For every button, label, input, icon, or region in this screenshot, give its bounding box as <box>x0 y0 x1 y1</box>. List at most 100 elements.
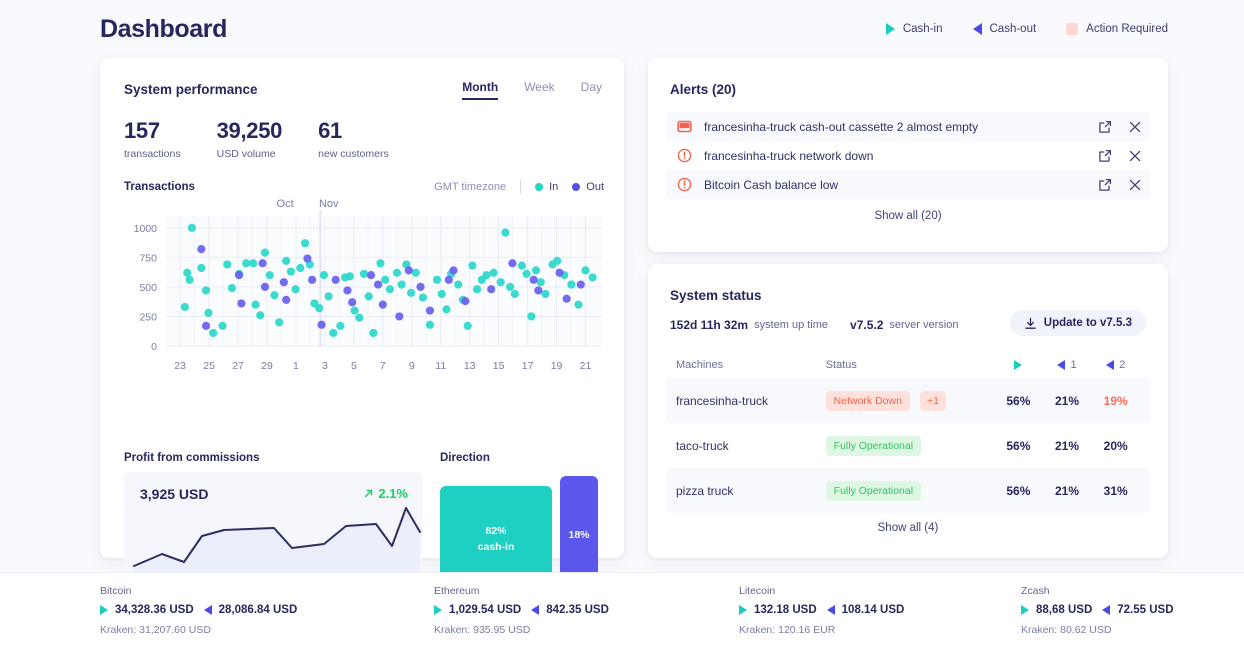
close-icon[interactable] <box>1128 178 1142 192</box>
machine-cash-out-2-pct: 20% <box>1103 438 1128 453</box>
close-icon[interactable] <box>1128 149 1142 163</box>
open-external-icon[interactable] <box>1098 178 1112 192</box>
uptime-label: system up time <box>754 319 829 331</box>
triangle-right-icon <box>1014 360 1023 370</box>
legend-action-required: Action Required <box>1066 23 1168 35</box>
machine-status: Network Down +1 <box>825 390 994 411</box>
alerts-show-all-link[interactable]: Show all (20) <box>648 210 1168 222</box>
col-cash-out-1: 1 <box>1043 359 1092 371</box>
close-icon[interactable] <box>1128 120 1142 134</box>
dot-in-icon <box>535 183 544 191</box>
profit-change: 2.1% <box>363 486 408 501</box>
page-title: Dashboard <box>100 14 227 43</box>
system-status-meta: 152d 11h 32m system up time v7.5.2 serve… <box>670 318 980 332</box>
legend-cash-in: Cash-in <box>885 23 943 35</box>
machines-table: Machines Status 1 2 francesinha-truck Ne… <box>666 352 1150 513</box>
direction-cash-out-pct: 18% <box>568 529 590 541</box>
crypto-ticker-bar: Bitcoin 34,328.36 USD 28,086.84 USD Krak… <box>0 572 1244 650</box>
system-status-card: System status 152d 11h 32m system up tim… <box>648 264 1168 558</box>
coin-cash-in-value: 88,68 USD <box>1036 604 1093 616</box>
month-label: Oct <box>276 198 294 210</box>
table-row[interactable]: taco-truck Fully Operational 56% 21% 20% <box>666 423 1150 468</box>
tab-week[interactable]: Week <box>524 80 554 100</box>
open-external-icon[interactable] <box>1098 120 1112 134</box>
coin-cash-in: 34,328.36 USD <box>100 604 194 616</box>
stat-new-customers-value: 61 <box>318 118 342 143</box>
transactions-chart-meta: GMT timezone In Out <box>434 180 604 194</box>
x-tick-label: 25 <box>203 360 215 372</box>
col-cash-out-2-label: 2 <box>1119 359 1126 371</box>
transactions-chart-header: Transactions GMT timezone In Out <box>124 180 604 194</box>
warning-circle-icon <box>676 148 692 163</box>
chart-legend-in: In <box>535 181 558 193</box>
alert-row[interactable]: Bitcoin Cash balance low <box>666 170 1150 199</box>
machine-name: francesinha-truck <box>676 393 769 408</box>
alert-row[interactable]: francesinha-truck network down <box>666 141 1150 170</box>
coin-kraken-rate: Kraken: 31,207.60 USD <box>100 624 211 636</box>
coin-rates: 88,68 USD 72.55 USD <box>1021 604 1174 616</box>
square-icon <box>1066 23 1079 35</box>
col-cash-out-2: 2 <box>1091 359 1140 371</box>
tab-day[interactable]: Day <box>581 80 602 100</box>
alert-actions <box>1098 149 1142 163</box>
profit-title: Profit from commissions <box>124 452 260 464</box>
machine-status: Fully Operational <box>825 480 994 501</box>
triangle-right-icon <box>100 605 108 615</box>
legend-cash-out-label: Cash-out <box>989 23 1037 35</box>
system-status-title: System status <box>670 288 762 303</box>
coin-cash-out-value: 842.35 USD <box>546 604 609 616</box>
stat-usd-volume: 39,250 USD volume <box>217 118 283 160</box>
uptime-value: 152d 11h 32m <box>670 318 749 332</box>
status-badge: Fully Operational <box>825 435 922 456</box>
machine-name: pizza truck <box>676 483 734 498</box>
col-status: Status <box>825 359 857 371</box>
legend-cash-out: Cash-out <box>972 23 1037 35</box>
direction-cash-in-pct: 82% <box>485 525 507 538</box>
x-tick-label: 1 <box>293 360 299 372</box>
legend-cash-in-label: Cash-in <box>902 23 943 35</box>
server-version-value: v7.5.2 <box>850 318 884 332</box>
coin-kraken-rate: Kraken: 935.95 USD <box>434 624 531 636</box>
tab-month[interactable]: Month <box>462 80 499 100</box>
chart-legend-out-label: Out <box>586 181 604 193</box>
warning-circle-icon <box>676 177 692 192</box>
timezone-label: GMT timezone <box>434 181 507 193</box>
coin-name: Bitcoin <box>100 585 132 597</box>
machine-cash-out-2-pct: 31% <box>1103 483 1128 498</box>
direction-cash-in-label: cash-in <box>477 541 515 553</box>
machine-cash-out-2-pct: 19% <box>1103 393 1128 408</box>
table-row[interactable]: francesinha-truck Network Down +1 56% 21… <box>666 378 1150 423</box>
performance-range-tabs: Month Week Day <box>462 80 602 100</box>
status-show-all-link[interactable]: Show all (4) <box>648 522 1168 534</box>
stat-usd-volume-label: USD volume <box>216 148 276 160</box>
status-badge: Fully Operational <box>825 480 922 501</box>
scatter-svg: 0 250 500 750 1000 <box>134 202 602 353</box>
table-row[interactable]: pizza truck Fully Operational 56% 21% 31… <box>666 468 1150 513</box>
open-external-icon[interactable] <box>1098 149 1112 163</box>
triangle-right-icon <box>885 23 895 35</box>
coin-kraken-rate: Kraken: 80.62 USD <box>1021 624 1112 636</box>
col-cash-in <box>994 360 1043 370</box>
direction-title: Direction <box>440 452 490 464</box>
machine-cash-out-1-pct: 21% <box>1055 393 1080 408</box>
alert-row[interactable]: francesinha-truck cash-out cassette 2 al… <box>666 112 1150 141</box>
coin-cash-out-value: 28,086.84 USD <box>218 604 298 616</box>
x-tick-label: 23 <box>174 360 186 372</box>
svg-text:250: 250 <box>139 311 157 323</box>
machine-cash-out-1-pct: 21% <box>1055 483 1080 498</box>
chart-legend-out: Out <box>572 181 604 193</box>
svg-text:750: 750 <box>139 252 157 264</box>
update-button-label: Update to v7.5.3 <box>1043 317 1132 329</box>
system-performance-title: System performance <box>124 82 258 97</box>
coin-cash-out-value: 72.55 USD <box>1117 604 1174 616</box>
performance-stats: 157 transactions 39,250 USD volume 61 ne… <box>124 118 425 160</box>
machine-name: taco-truck <box>676 438 729 453</box>
update-button[interactable]: Update to v7.5.3 <box>1009 310 1146 336</box>
x-tick-label: 19 <box>550 360 563 372</box>
download-icon <box>1025 317 1036 329</box>
coin-cash-out: 28,086.84 USD <box>203 604 298 616</box>
triangle-left-icon <box>1102 605 1111 615</box>
alerts-title: Alerts (20) <box>670 82 737 97</box>
page-header: Dashboard Cash-in Cash-out Action Requir… <box>0 0 1244 58</box>
alerts-card: Alerts (20) francesinha-truck cash-out c… <box>648 58 1168 252</box>
